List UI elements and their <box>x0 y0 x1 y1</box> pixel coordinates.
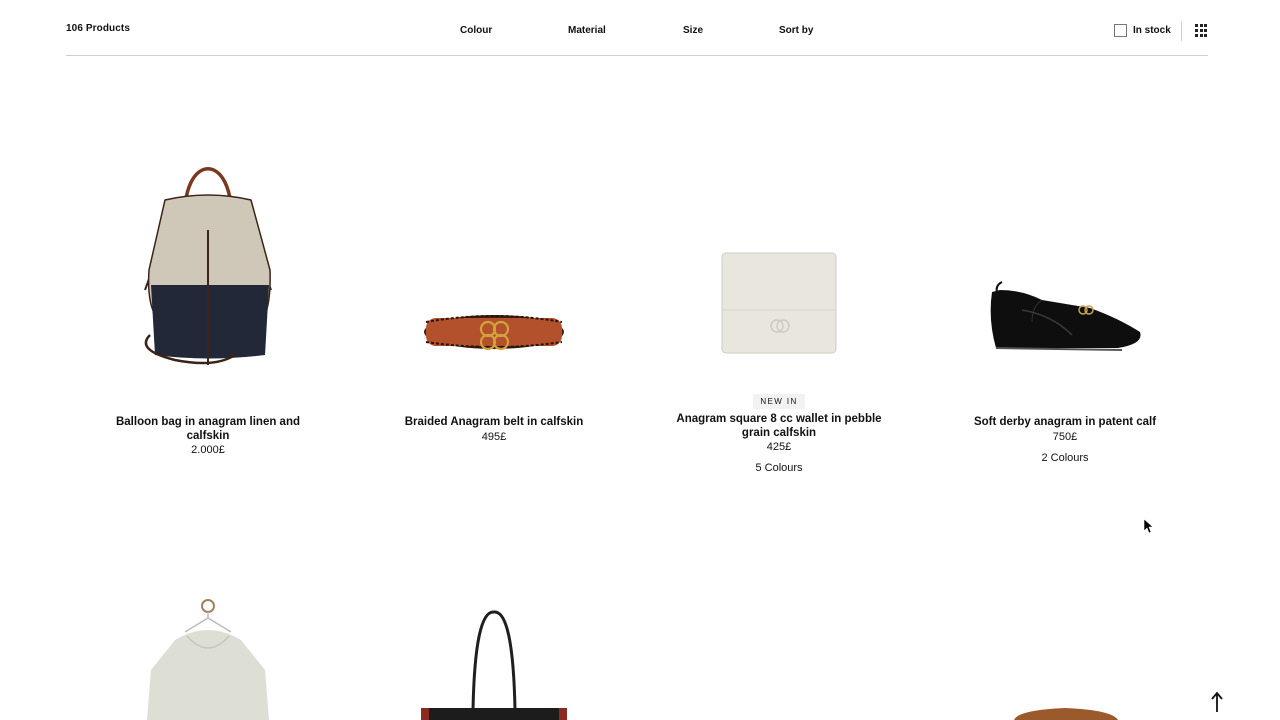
divider <box>1181 21 1182 41</box>
grid-icon[interactable] <box>1195 24 1209 38</box>
new-in-badge: NEW IN <box>753 394 805 409</box>
sort-by-dropdown[interactable]: Sort by <box>779 25 813 36</box>
product-image-balloon-bag[interactable] <box>65 110 351 390</box>
arrow-up-icon[interactable] <box>1210 690 1224 714</box>
mouse-cursor-icon <box>1144 519 1154 534</box>
product-image-tan-bag[interactable] <box>922 590 1208 720</box>
product-price: 750£ <box>1052 430 1078 443</box>
product-image-wallet[interactable] <box>636 110 922 390</box>
material-filter[interactable]: Material <box>568 25 606 36</box>
product-card[interactable] <box>922 590 1208 720</box>
product-price: 425£ <box>766 441 792 453</box>
product-title[interactable]: Balloon bag in anagram linen and calfski… <box>98 416 318 443</box>
product-image-tote[interactable] <box>351 590 637 720</box>
colour-count[interactable]: 5 Colours <box>636 462 922 474</box>
size-filter[interactable]: Size <box>683 25 703 36</box>
in-stock-toggle[interactable]: In stock <box>1114 24 1171 37</box>
product-image-braided-belt[interactable] <box>351 110 637 390</box>
product-title[interactable]: Soft derby anagram in patent calf <box>955 416 1175 430</box>
filter-bar: 106 Products Colour Material Size Sort b… <box>66 0 1208 56</box>
product-title[interactable]: Braided Anagram belt in calfskin <box>384 416 604 430</box>
product-card[interactable]: NEW IN Anagram square 8 cc wallet in peb… <box>636 110 922 474</box>
product-count: 106 Products <box>66 23 131 34</box>
product-image-derby-shoe[interactable] <box>922 110 1208 390</box>
product-price: 495£ <box>481 430 507 443</box>
product-card[interactable]: Soft derby anagram in patent calf 750£ 2… <box>922 110 1208 464</box>
in-stock-checkbox[interactable] <box>1114 24 1127 37</box>
product-price: 2.000£ <box>191 444 225 456</box>
product-title[interactable]: Anagram square 8 cc wallet in pebble gra… <box>669 413 889 440</box>
product-image-hoodie[interactable] <box>65 590 351 720</box>
product-card[interactable]: Balloon bag in anagram linen and calfski… <box>65 110 351 457</box>
product-card[interactable] <box>65 590 351 720</box>
product-card[interactable] <box>351 590 637 720</box>
colour-count[interactable]: 2 Colours <box>922 452 1208 464</box>
colour-filter[interactable]: Colour <box>460 25 492 36</box>
in-stock-label: In stock <box>1133 25 1171 36</box>
product-card[interactable]: Braided Anagram belt in calfskin 495£ <box>351 110 637 444</box>
